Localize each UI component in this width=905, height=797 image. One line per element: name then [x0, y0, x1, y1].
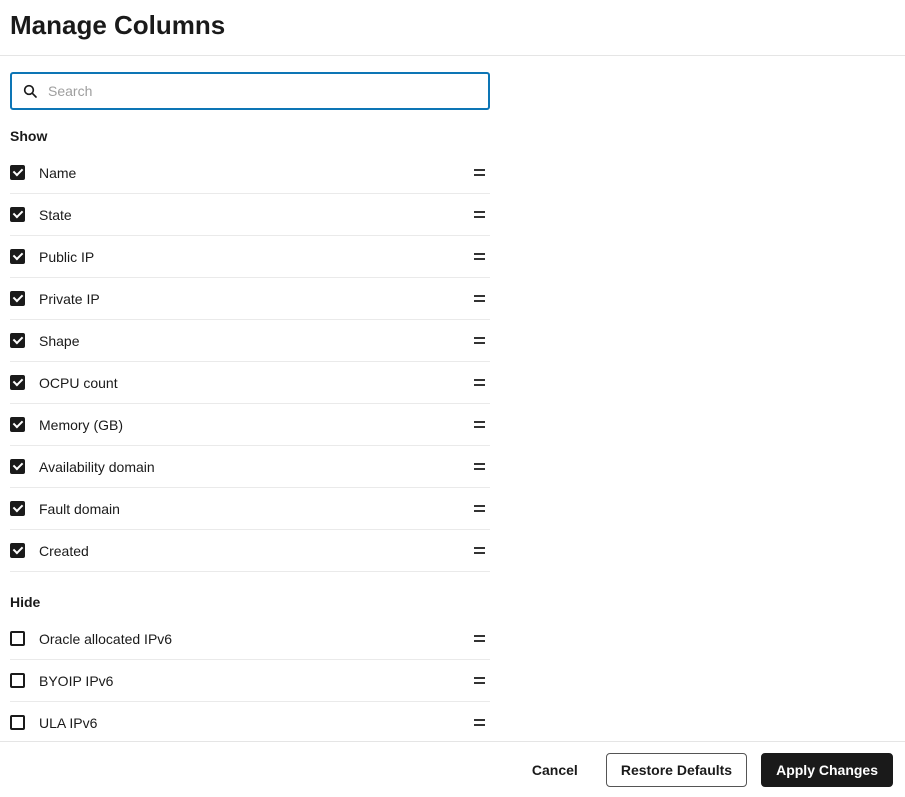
column-checkbox[interactable] — [10, 543, 25, 558]
search-icon — [22, 83, 38, 99]
drag-handle-icon[interactable] — [472, 502, 486, 516]
column-label: Fault domain — [39, 501, 472, 517]
drag-handle-icon[interactable] — [472, 674, 486, 688]
drag-handle-icon[interactable] — [472, 418, 486, 432]
drag-handle-icon[interactable] — [472, 544, 486, 558]
drag-handle-icon[interactable] — [472, 376, 486, 390]
column-item: Created — [10, 530, 490, 572]
column-label: BYOIP IPv6 — [39, 673, 472, 689]
dialog-header: Manage Columns — [0, 0, 905, 56]
search-field-wrapper — [10, 72, 490, 110]
column-item: ULA IPv6 — [10, 702, 490, 744]
drag-handle-icon[interactable] — [472, 208, 486, 222]
column-label: Created — [39, 543, 472, 559]
drag-handle-icon[interactable] — [472, 334, 486, 348]
drag-handle-icon[interactable] — [472, 292, 486, 306]
dialog-footer: Cancel Restore Defaults Apply Changes — [0, 741, 905, 797]
column-item: Private IP — [10, 278, 490, 320]
column-checkbox[interactable] — [10, 417, 25, 432]
column-label: Availability domain — [39, 459, 472, 475]
column-checkbox[interactable] — [10, 631, 25, 646]
column-item: Oracle allocated IPv6 — [10, 618, 490, 660]
column-label: Public IP — [39, 249, 472, 265]
column-checkbox[interactable] — [10, 207, 25, 222]
cancel-button[interactable]: Cancel — [518, 754, 592, 786]
drag-handle-icon[interactable] — [472, 250, 486, 264]
column-checkbox[interactable] — [10, 333, 25, 348]
column-checkbox[interactable] — [10, 375, 25, 390]
show-column-list: Name State Public IP Private IP Shape OCPU co… — [10, 152, 490, 572]
column-item: Availability domain — [10, 446, 490, 488]
column-label: Private IP — [39, 291, 472, 307]
column-label: ULA IPv6 — [39, 715, 472, 731]
column-checkbox[interactable] — [10, 673, 25, 688]
column-item: Fault domain — [10, 488, 490, 530]
column-checkbox[interactable] — [10, 459, 25, 474]
column-item: State — [10, 194, 490, 236]
column-item: Shape — [10, 320, 490, 362]
column-item: Memory (GB) — [10, 404, 490, 446]
column-item: Public IP — [10, 236, 490, 278]
drag-handle-icon[interactable] — [472, 460, 486, 474]
column-label: Name — [39, 165, 472, 181]
page-title: Manage Columns — [10, 10, 895, 41]
column-label: State — [39, 207, 472, 223]
column-checkbox[interactable] — [10, 715, 25, 730]
restore-defaults-button[interactable]: Restore Defaults — [606, 753, 747, 787]
drag-handle-icon[interactable] — [472, 166, 486, 180]
hide-column-list: Oracle allocated IPv6 BYOIP IPv6 ULA IPv6 — [10, 618, 490, 744]
hide-section-label: Hide — [10, 594, 490, 610]
column-checkbox[interactable] — [10, 249, 25, 264]
apply-changes-button[interactable]: Apply Changes — [761, 753, 893, 787]
column-label: OCPU count — [39, 375, 472, 391]
search-input[interactable] — [48, 83, 478, 99]
column-checkbox[interactable] — [10, 165, 25, 180]
column-item: Name — [10, 152, 490, 194]
column-label: Shape — [39, 333, 472, 349]
column-label: Oracle allocated IPv6 — [39, 631, 472, 647]
content-area: Show Name State Public IP Private IP Shape OC… — [0, 56, 500, 744]
drag-handle-icon[interactable] — [472, 716, 486, 730]
column-item: OCPU count — [10, 362, 490, 404]
drag-handle-icon[interactable] — [472, 632, 486, 646]
column-checkbox[interactable] — [10, 501, 25, 516]
column-label: Memory (GB) — [39, 417, 472, 433]
column-checkbox[interactable] — [10, 291, 25, 306]
show-section-label: Show — [10, 128, 490, 144]
column-item: BYOIP IPv6 — [10, 660, 490, 702]
